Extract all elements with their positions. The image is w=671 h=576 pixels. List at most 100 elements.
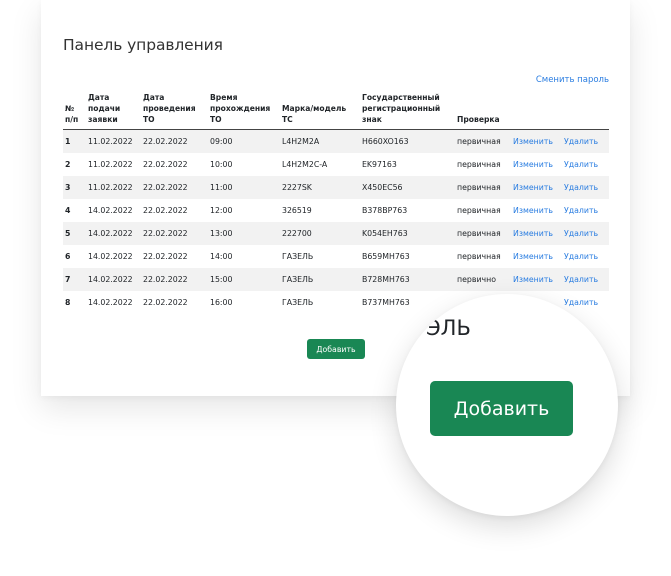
header-plate: Государственный регистрационный знак [360, 92, 455, 130]
add-button[interactable]: Добавить [307, 339, 365, 359]
edit-link-cell: Изменить [511, 222, 562, 245]
submit-date-cell: 14.02.2022 [88, 298, 133, 307]
plate-cell: H660XO163 [360, 129, 455, 153]
row-number: 6 [65, 252, 71, 261]
header-num: № п/п [63, 92, 86, 130]
edit-link[interactable]: Изменить [513, 160, 553, 169]
time-cell: 15:00 [208, 268, 280, 291]
delete-link-cell: Удалить [562, 153, 609, 176]
table-header-row: № п/п Дата подачи заявки Дата проведения ТО В… [63, 92, 609, 130]
delete-link[interactable]: Удалить [564, 160, 598, 169]
delete-link[interactable]: Удалить [564, 206, 598, 215]
header-time: Время прохождения ТО [208, 92, 280, 130]
delete-link-cell: Удалить [562, 222, 609, 245]
table-row: 6 14.02.2022 22.02.2022 14:00 ГАЗЕЛЬ B659MH76… [63, 245, 609, 268]
magnifier-partial-text: ЭЛЬ [426, 316, 471, 340]
magnified-add-button[interactable]: Добавить [430, 381, 573, 436]
row-number: 2 [65, 160, 71, 169]
submit-date-cell: 14.02.2022 [86, 268, 141, 291]
inspect-date-cell: 22.02.2022 [141, 176, 208, 199]
submit-date-cell: 11.02.2022 [86, 176, 141, 199]
model-cell: 2227SK [280, 176, 360, 199]
header-model: Марка/модель ТС [280, 92, 360, 130]
edit-link[interactable]: Изменить [513, 252, 553, 261]
inspect-date-cell: 22.02.2022 [141, 222, 208, 245]
check-cell: первичная [455, 222, 511, 245]
edit-link[interactable]: Изменить [513, 275, 553, 284]
requests-table: № п/п Дата подачи заявки Дата проведения ТО В… [63, 92, 609, 314]
table-row: 1 11.02.2022 22.02.2022 09:00 L4H2M2A H660XO1… [63, 129, 609, 153]
delete-link[interactable]: Удалить [564, 252, 598, 261]
check-cell: первичная [455, 176, 511, 199]
inspect-date-cell: 22.02.2022 [143, 206, 188, 215]
table-row: 7 14.02.2022 22.02.2022 15:00 ГАЗЕЛЬ B728MH76… [63, 268, 609, 291]
edit-link-cell: Изменить [511, 176, 562, 199]
edit-link[interactable]: Изменить [513, 183, 553, 192]
edit-link-cell: Изменить [511, 245, 562, 268]
model-cell: 222700 [280, 222, 360, 245]
edit-link-cell: Изменить [511, 153, 562, 176]
delete-link[interactable]: Удалить [564, 298, 598, 307]
delete-link-cell: Удалить [562, 245, 609, 268]
check-cell: первично [455, 268, 511, 291]
inspect-date-cell: 22.02.2022 [141, 129, 208, 153]
time-cell: 11:00 [208, 176, 280, 199]
row-number: 5 [63, 222, 86, 245]
time-cell: 10:00 [210, 160, 233, 169]
delete-link-cell: Удалить [562, 176, 609, 199]
submit-date-cell: 11.02.2022 [86, 129, 141, 153]
submit-date-cell: 14.02.2022 [88, 206, 133, 215]
check-cell: первичная [457, 206, 501, 215]
row-number: 4 [65, 206, 71, 215]
header-edit [511, 92, 562, 130]
page-title: Панель управления [63, 36, 223, 54]
plate-cell: EK97163 [362, 160, 397, 169]
time-cell: 14:00 [210, 252, 233, 261]
table-row: 3 11.02.2022 22.02.2022 11:00 2227SK X450EC56… [63, 176, 609, 199]
header-inspect-date: Дата проведения ТО [141, 92, 208, 130]
time-cell: 12:00 [210, 206, 233, 215]
plate-cell: B378BP763 [362, 206, 408, 215]
submit-date-cell: 14.02.2022 [86, 222, 141, 245]
model-cell: L4H2M2C-A [282, 160, 328, 169]
inspect-date-cell: 22.02.2022 [143, 298, 188, 307]
inspect-date-cell: 22.02.2022 [143, 252, 188, 261]
header-submit-date: Дата подачи заявки [86, 92, 141, 130]
submit-date-cell: 14.02.2022 [88, 252, 133, 261]
plate-cell: K054EH763 [360, 222, 455, 245]
delete-link-cell: Удалить [562, 129, 609, 153]
delete-link-cell: Удалить [562, 268, 609, 291]
header-delete [562, 92, 609, 130]
delete-link[interactable]: Удалить [564, 183, 598, 192]
submit-date-cell: 11.02.2022 [88, 160, 133, 169]
edit-link[interactable]: Изменить [513, 137, 553, 146]
model-cell: ГАЗЕЛЬ [282, 298, 314, 307]
edit-link[interactable]: Изменить [513, 206, 553, 215]
plate-cell: B737MH763 [362, 298, 410, 307]
table-row: 4 14.02.2022 22.02.2022 12:00 326519 B378BP76… [63, 199, 609, 222]
zoom-magnifier: ЭЛЬ Добавить [396, 294, 618, 516]
plate-cell: B659MH763 [362, 252, 410, 261]
check-cell: первичная [455, 129, 511, 153]
edit-link-cell: Изменить [511, 129, 562, 153]
header-check: Проверка [455, 92, 511, 130]
delete-link[interactable]: Удалить [564, 229, 598, 238]
delete-link-cell: Удалить [562, 199, 609, 222]
row-number: 1 [63, 129, 86, 153]
delete-link[interactable]: Удалить [564, 275, 598, 284]
inspect-date-cell: 22.02.2022 [141, 268, 208, 291]
plate-cell: X450EC56 [360, 176, 455, 199]
row-number: 8 [65, 298, 71, 307]
check-cell: первичная [457, 252, 501, 261]
model-cell: ГАЗЕЛЬ [280, 268, 360, 291]
inspect-date-cell: 22.02.2022 [143, 160, 188, 169]
row-number: 7 [63, 268, 86, 291]
delete-link[interactable]: Удалить [564, 137, 598, 146]
time-cell: 13:00 [208, 222, 280, 245]
model-cell: 326519 [282, 206, 312, 215]
time-cell: 16:00 [210, 298, 233, 307]
edit-link-cell: Изменить [511, 268, 562, 291]
edit-link-cell: Изменить [511, 199, 562, 222]
edit-link[interactable]: Изменить [513, 229, 553, 238]
change-password-link[interactable]: Сменить пароль [536, 75, 609, 85]
